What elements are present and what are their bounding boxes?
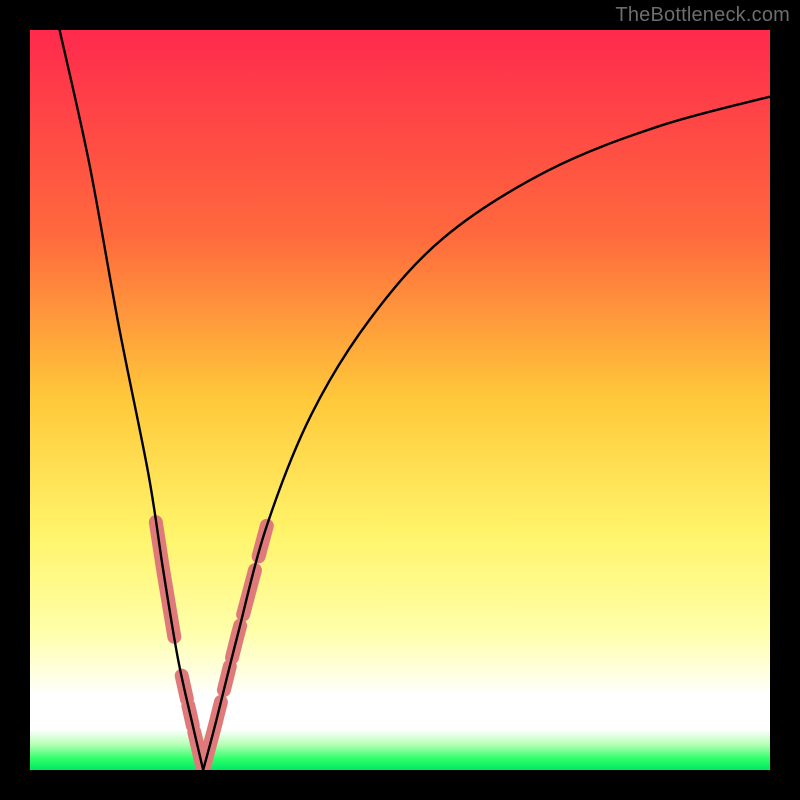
left-curve — [60, 30, 204, 770]
outer-frame: TheBottleneck.com — [0, 0, 800, 800]
plot-area — [30, 30, 770, 770]
curve-layer — [30, 30, 770, 770]
accent-segments — [156, 522, 267, 770]
watermark-text: TheBottleneck.com — [615, 4, 790, 27]
right-curve — [203, 97, 770, 770]
